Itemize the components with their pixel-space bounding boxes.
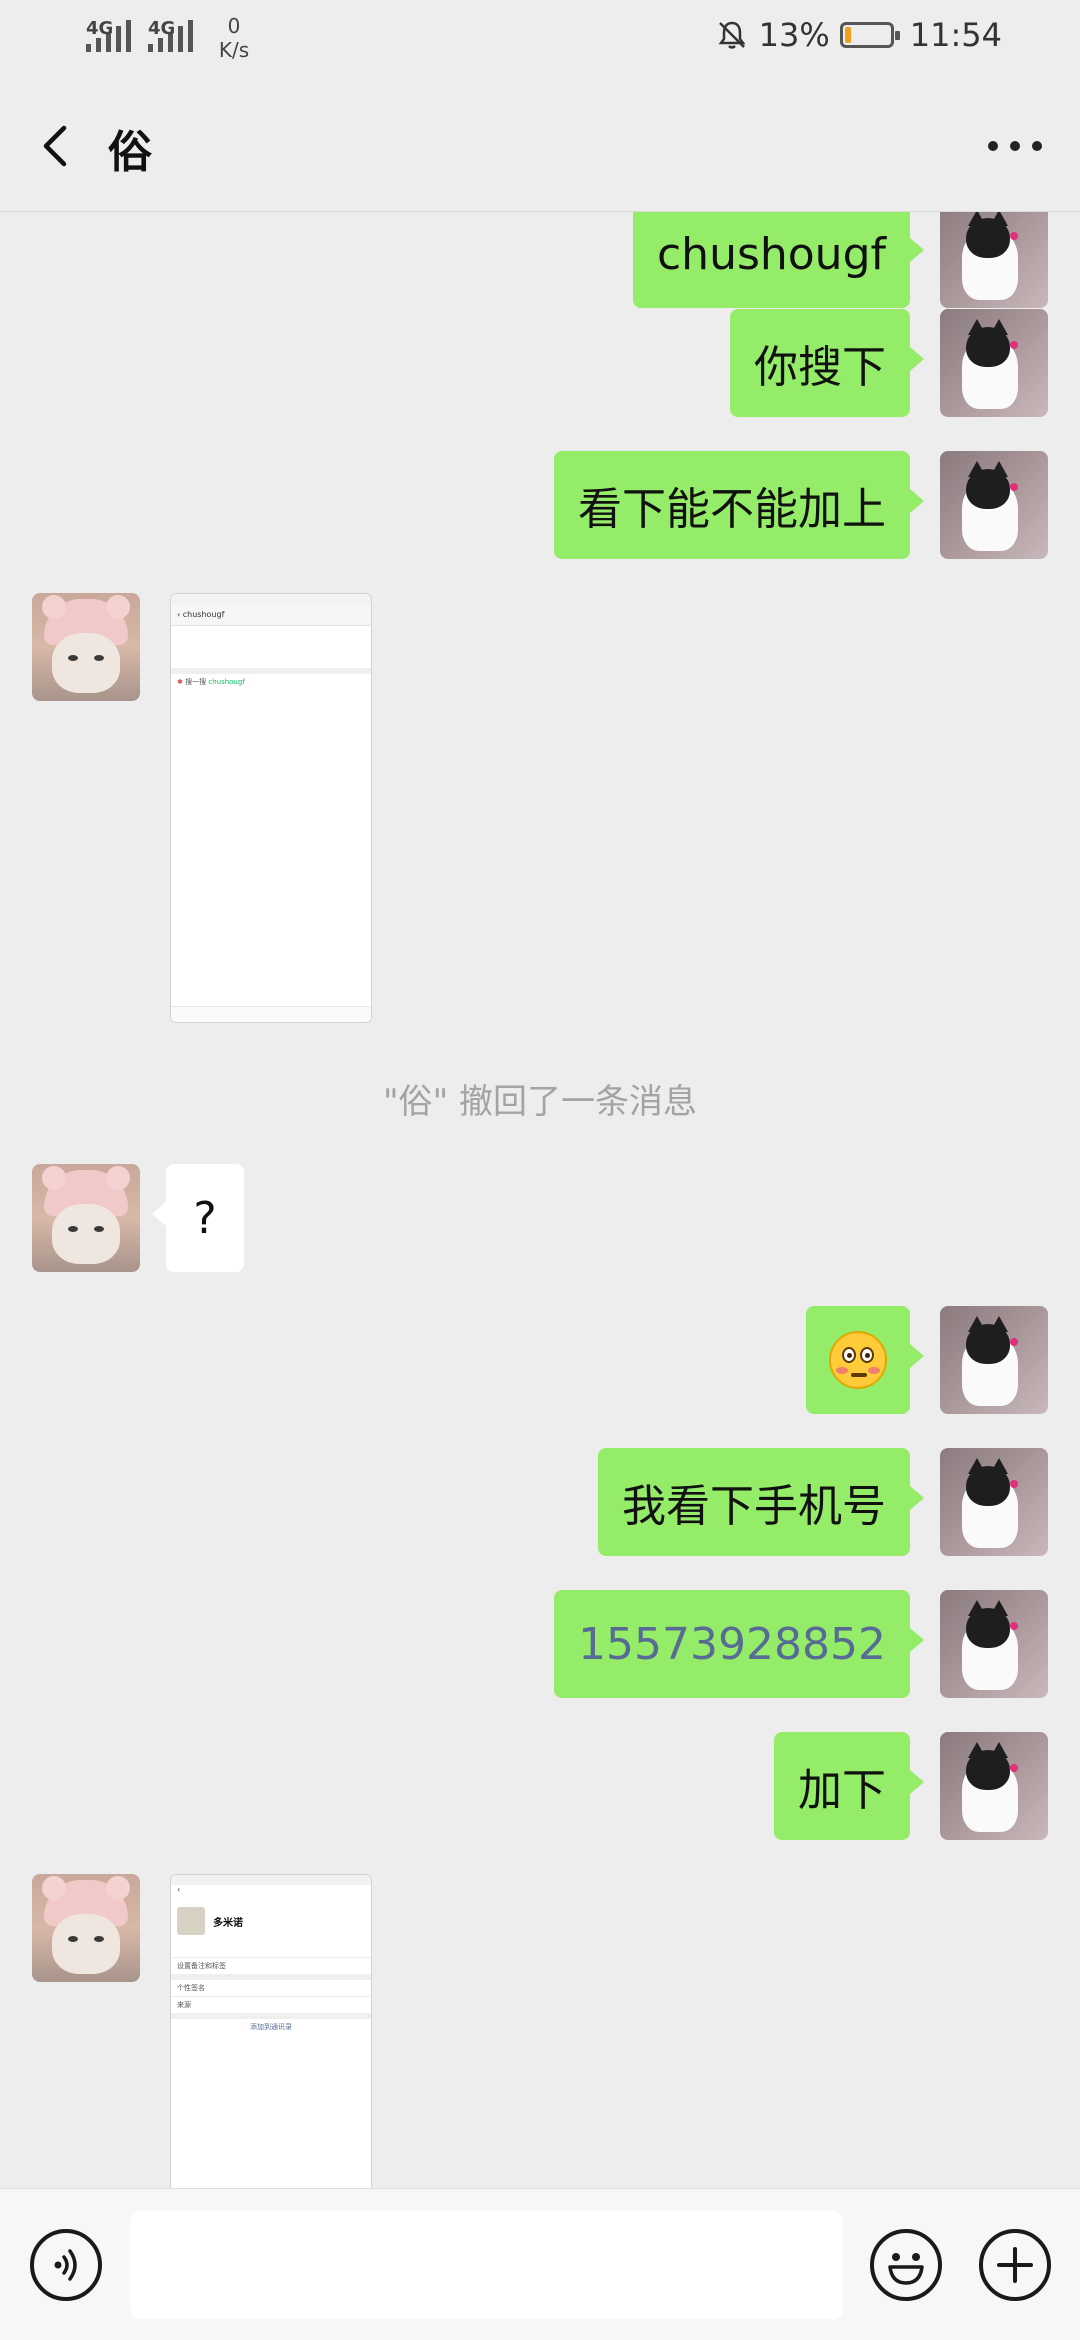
message-text: 加下 (798, 1765, 886, 1816)
sent-message-bubble[interactable]: chushougf (632, 212, 925, 308)
recall-notice: "俗" 撤回了一条消息 (382, 1082, 698, 1122)
battery-level (844, 27, 852, 43)
contact-avatar[interactable] (32, 1874, 140, 1982)
network-speed: 0 K/s (218, 14, 250, 62)
message-row: ? (0, 1164, 1080, 1276)
message-row: 我看下手机号 (0, 1448, 1080, 1558)
sent-message-bubble[interactable]: 15573928852 (554, 1590, 924, 1698)
plus-icon (997, 2247, 1033, 2283)
bell-muted-icon (718, 21, 746, 49)
clock: 11:54 (909, 16, 1002, 54)
network-type-1: 4G (86, 18, 114, 39)
my-avatar[interactable] (940, 1448, 1048, 1556)
input-bar (0, 2188, 1080, 2340)
voice-icon (54, 2249, 77, 2281)
voice-button[interactable] (30, 2229, 102, 2301)
emoji-button[interactable] (870, 2229, 942, 2301)
battery-icon (839, 22, 900, 48)
status-right: 13% 11:54 (715, 16, 1002, 54)
message-text: chushougf (656, 228, 886, 280)
chat-messages[interactable]: chushougf 你搜下 看下能不能加上 ‹ chushougf ✱ 搜一搜 … (0, 212, 1080, 2188)
message-row: 加下 (0, 1732, 1080, 1842)
my-avatar[interactable] (940, 1732, 1048, 1840)
my-avatar[interactable] (940, 309, 1048, 417)
battery-percent: 13% (758, 16, 830, 54)
message-row: 15573928852 (0, 1590, 1080, 1700)
my-avatar[interactable] (940, 1306, 1048, 1414)
title-bar: 俗 (0, 80, 1080, 212)
sent-message-bubble[interactable]: 看下能不能加上 (554, 451, 924, 559)
message-text: 看下能不能加上 (578, 484, 886, 535)
signal-icon-1: 4G (86, 18, 131, 52)
contact-avatar[interactable] (32, 1164, 140, 1272)
message-row: ‹ chushougf ✱ 搜一搜 chushougf (0, 593, 1080, 1033)
plus-button[interactable] (979, 2229, 1051, 2301)
message-text: 你搜下 (754, 342, 886, 393)
message-text: 我看下手机号 (622, 1481, 886, 1532)
chat-title: 俗 (108, 127, 152, 178)
received-message-bubble[interactable]: ? (152, 1164, 244, 1272)
my-avatar[interactable] (940, 212, 1048, 308)
screenshot-image[interactable]: ‹ chushougf ✱ 搜一搜 chushougf (170, 593, 372, 1023)
sent-message-bubble[interactable]: 你搜下 (730, 309, 924, 417)
contact-avatar[interactable] (32, 593, 140, 701)
message-row (0, 1306, 1080, 1416)
more-dot (1032, 141, 1042, 151)
message-row: 看下能不能加上 (0, 451, 1080, 561)
screenshot-title: ‹ chushougf (171, 604, 371, 626)
status-bar: 4G 4G 0 K/s 13% 11:54 (0, 0, 1080, 80)
screenshot-search-entry: ✱ 搜一搜 chushougf (177, 678, 245, 686)
more-dot (988, 141, 998, 151)
signal-icon-2: 4G (148, 18, 193, 52)
message-row: chushougf (0, 212, 1080, 322)
back-arrow-icon (43, 125, 67, 167)
message-input[interactable] (130, 2211, 843, 2319)
back-button[interactable] (30, 116, 90, 176)
phone-number-link[interactable]: 15573928852 (578, 1619, 886, 1670)
message-row: 你搜下 (0, 309, 1080, 419)
screenshot-image[interactable]: ‹ 多米诺 设置备注和标签 个性签名 来源 添加到通讯录 (170, 1874, 372, 2188)
sent-emoji-bubble[interactable] (806, 1306, 924, 1414)
screenshot-contact-card: 多米诺 (171, 1903, 371, 1939)
my-avatar[interactable] (940, 451, 1048, 559)
flushed-face-emoji-icon (829, 1331, 887, 1389)
network-type-2: 4G (148, 18, 176, 39)
emoji-icon (888, 2253, 924, 2285)
message-row: ‹ 多米诺 设置备注和标签 个性签名 来源 添加到通讯录 (0, 1874, 1080, 2188)
more-dot (1010, 141, 1020, 151)
sent-message-bubble[interactable]: 加下 (774, 1732, 924, 1840)
my-avatar[interactable] (940, 1590, 1048, 1698)
sent-message-bubble[interactable]: 我看下手机号 (598, 1448, 924, 1556)
message-text: ? (193, 1192, 217, 1244)
more-button[interactable] (980, 116, 1050, 176)
